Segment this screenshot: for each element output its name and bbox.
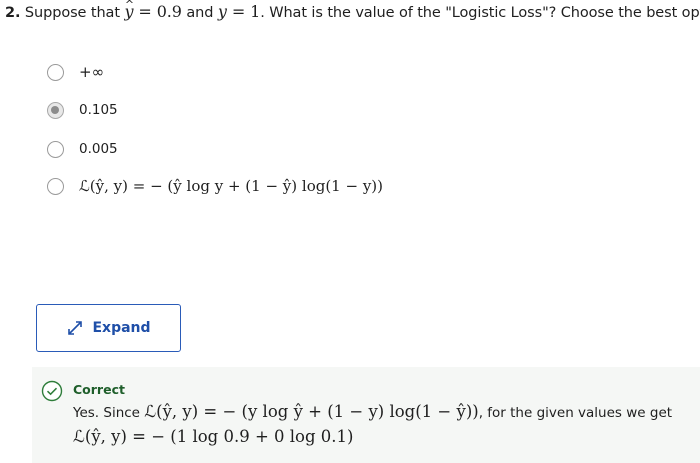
question-y-math: y = 1 bbox=[217, 2, 261, 21]
question-text-after: . What is the value of the "Logistic Los… bbox=[260, 5, 700, 21]
option-infinity[interactable]: +∞ bbox=[47, 60, 104, 84]
expand-arrows-icon bbox=[68, 321, 83, 335]
option-label: 0.005 bbox=[79, 141, 118, 157]
feedback-panel: Correct Yes. Since ℒ(ŷ, y) = − (y log ŷ … bbox=[32, 367, 700, 463]
feedback-result-formula: ℒ(ŷ, y) = − (1 log 0.9 + 0 log 0.1) bbox=[73, 427, 354, 446]
question-yhat-value: = 0.9 bbox=[138, 2, 182, 21]
radio-button[interactable] bbox=[47, 63, 64, 81]
question-and: and bbox=[186, 5, 214, 21]
expand-button[interactable]: Expand bbox=[36, 304, 181, 352]
question-text: 2. Suppose that y = 0.9 and y = 1. What … bbox=[5, 3, 700, 22]
feedback-explanation: Yes. Since ℒ(ŷ, y) = − (y log ŷ + (1 − y… bbox=[73, 402, 672, 421]
feedback-result: ℒ(ŷ, y) = − (1 log 0.9 + 0 log 0.1) bbox=[73, 427, 353, 446]
feedback-text-suffix: , for the given values we get bbox=[478, 405, 673, 421]
check-circle-icon bbox=[41, 380, 63, 402]
feedback-status: Correct bbox=[73, 382, 125, 397]
option-0005[interactable]: 0.005 bbox=[47, 137, 118, 161]
radio-button-selected[interactable] bbox=[47, 101, 64, 119]
radio-button[interactable] bbox=[47, 177, 64, 195]
radio-button[interactable] bbox=[47, 140, 64, 158]
feedback-formula: ℒ(ŷ, y) = − (y log ŷ + (1 − y) log(1 − ŷ… bbox=[144, 402, 479, 421]
feedback-text-prefix: Yes. Since bbox=[73, 405, 140, 421]
option-0105[interactable]: 0.105 bbox=[47, 98, 118, 122]
option-label: ℒ(ŷ, y) = − (ŷ log y + (1 − ŷ) log(1 − y… bbox=[79, 177, 384, 195]
question-text-before: Suppose that bbox=[24, 5, 120, 21]
question-y-value: = 1 bbox=[231, 2, 261, 21]
option-formula[interactable]: ℒ(ŷ, y) = − (ŷ log y + (1 − ŷ) log(1 − y… bbox=[47, 174, 383, 198]
option-label: 0.105 bbox=[79, 102, 118, 118]
option-label: +∞ bbox=[79, 63, 105, 81]
question-yhat-math: y = 0.9 bbox=[124, 2, 182, 21]
expand-label: Expand bbox=[92, 320, 151, 336]
quiz-page: 2. Suppose that y = 0.9 and y = 1. What … bbox=[0, 0, 700, 463]
question-number: 2. bbox=[5, 5, 21, 21]
